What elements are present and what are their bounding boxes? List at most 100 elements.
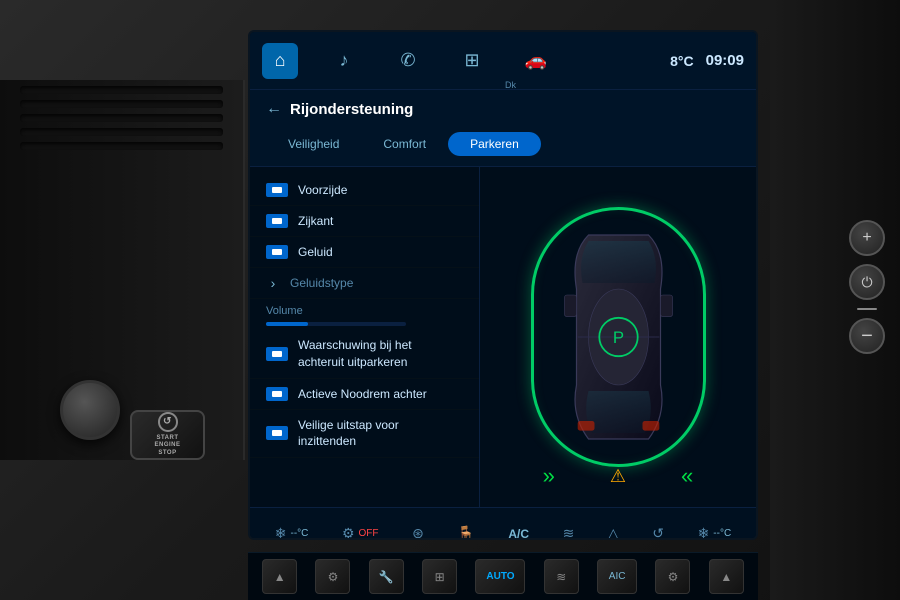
svg-text:P: P (612, 328, 623, 347)
fan-icon: ⊛ (412, 525, 424, 540)
heat-icon: ≋ (563, 525, 575, 540)
infotainment-screen: ⌂ ♪ ✆ ⊞ 🚗 8°C 09:09 Dk ← Rijondersteunin… (248, 30, 758, 540)
status-temp-left[interactable]: ❄ --°C (275, 525, 309, 540)
uitstap-label: Veilige uitstap voorinzittenden (298, 417, 399, 451)
vent-slot (20, 100, 223, 108)
geluid-icon (266, 245, 288, 259)
vent-slot (20, 114, 223, 122)
phys-btn-2[interactable]: ⚙ (315, 559, 350, 594)
tab-parkeren[interactable]: Parkeren (448, 132, 541, 156)
ac-label: A/C (508, 527, 529, 541)
left-menu: Voorzijde Zijkant Geluid › Geluid (250, 167, 480, 507)
tab-bar: Veiligheid Comfort Parkeren (250, 132, 756, 167)
status-defrost[interactable]: △ (608, 525, 619, 540)
phys-btn-5[interactable]: ≋ (544, 559, 579, 594)
car-body: P (541, 217, 696, 457)
vent-slot (20, 128, 223, 136)
status-ac-main[interactable]: A/C (508, 527, 529, 541)
tab-veiligheid[interactable]: Veiligheid (266, 132, 361, 156)
dk-label: Dk (505, 80, 516, 90)
tab-comfort[interactable]: Comfort (361, 132, 448, 156)
menu-item-zijkant[interactable]: Zijkant (250, 206, 479, 237)
uitstap-icon (266, 426, 288, 440)
status-heat[interactable]: ≋ (563, 525, 575, 540)
clock-display: 09:09 (706, 52, 744, 69)
zijkant-label: Zijkant (298, 214, 333, 228)
volume-up-button[interactable]: + (849, 220, 885, 256)
phys-btn-aic[interactable]: AIC (597, 559, 637, 594)
phys-btn-3[interactable]: 🔧 (369, 559, 404, 594)
menu-item-waarschuwing[interactable]: Waarschuwing bij hetachteruit uitparkere… (250, 330, 479, 379)
nav-icons: ⌂ ♪ ✆ ⊞ 🚗 (262, 43, 554, 79)
warning-icon: ⚠ (610, 466, 626, 487)
volume-label: Volume (266, 305, 463, 317)
physical-controls-strip: ▲ ⚙ 🔧 ⊞ AUTO ≋ AIC ⚙ ▲ (248, 552, 758, 600)
nav-status: 8°C 09:09 (670, 52, 744, 69)
knob[interactable] (60, 380, 120, 440)
bottom-status-bar: ❄ --°C ⚙ OFF ⊛ 🪑 A/C ≋ △ ↺ (250, 507, 756, 540)
menu-item-veilige-uitstap[interactable]: Veilige uitstap voorinzittenden (250, 410, 479, 459)
phys-btn-7[interactable]: ▲ (709, 559, 744, 594)
left-arrows-icon: » (543, 463, 550, 489)
nav-music-icon[interactable]: ♪ (326, 43, 362, 79)
back-arrow-icon: ← (266, 100, 282, 118)
car-topview-svg: P (541, 217, 696, 457)
phys-btn-6[interactable]: ⚙ (655, 559, 690, 594)
right-panel: + ⏻ − (770, 0, 900, 600)
vent-slot (20, 86, 223, 94)
back-button[interactable]: ← Rijondersteuning (266, 100, 740, 118)
nav-phone-icon[interactable]: ✆ (390, 43, 426, 79)
defrost-icon: △ (608, 525, 619, 540)
car-oval: P (531, 207, 706, 467)
voorzijde-icon (266, 183, 288, 197)
menu-item-geluid[interactable]: Geluid (250, 237, 479, 268)
divider (857, 308, 877, 310)
nav-car-icon[interactable]: 🚗 (518, 43, 554, 79)
main-content: Voorzijde Zijkant Geluid › Geluid (250, 167, 756, 507)
waarschuwing-icon (266, 347, 288, 361)
start-icon: ↺ (158, 412, 178, 432)
circulation-icon: ↺ (652, 525, 664, 540)
start-label: STARTENGINESTOP (154, 435, 180, 458)
power-button[interactable]: ⏻ (849, 264, 885, 300)
voorzijde-label: Voorzijde (298, 183, 347, 197)
nav-apps-icon[interactable]: ⊞ (454, 43, 490, 79)
status-temp-right[interactable]: ❄ --°C (698, 525, 732, 540)
phys-btn-1[interactable]: ▲ (262, 559, 297, 594)
nav-home-icon[interactable]: ⌂ (262, 43, 298, 79)
volume-down-button[interactable]: − (849, 318, 885, 354)
right-controls: + ⏻ − (849, 220, 885, 354)
status-seat[interactable]: 🪑 (457, 525, 474, 540)
volume-bar-fill (266, 322, 308, 326)
volume-bar[interactable] (266, 322, 406, 326)
ac-off-icon: ⚙ (342, 525, 355, 540)
screen-header: ← Rijondersteuning (250, 90, 756, 132)
status-circulation[interactable]: ↺ (652, 525, 664, 540)
temp-right-value: --°C (713, 528, 731, 539)
menu-item-voorzijde[interactable]: Voorzijde (250, 175, 479, 206)
noodrem-label: Actieve Noodrem achter (298, 387, 427, 401)
status-fan[interactable]: ⊛ (412, 525, 424, 540)
screen-title: Rijondersteuning (290, 101, 413, 118)
temp-right-icon: ❄ (698, 525, 710, 540)
status-ac-off[interactable]: ⚙ OFF (342, 525, 379, 540)
volume-section: Volume (250, 299, 479, 330)
temp-left-value: --°C (291, 528, 309, 539)
temp-left-icon: ❄ (275, 525, 287, 540)
temperature-display: 8°C (670, 53, 694, 69)
geluidstype-label: Geluidstype (290, 276, 353, 290)
phys-btn-auto[interactable]: AUTO (475, 559, 525, 594)
start-engine-button[interactable]: ↺ STARTENGINESTOP (130, 410, 205, 460)
ac-off-label: OFF (359, 528, 379, 539)
phys-btn-4[interactable]: ⊞ (422, 559, 457, 594)
dashboard: ↺ STARTENGINESTOP + ⏻ − ⌂ ♪ ✆ ⊞ 🚗 8°C 09… (0, 0, 900, 600)
menu-item-geluidstype[interactable]: › Geluidstype (250, 268, 479, 299)
vent-slot (20, 142, 223, 150)
geluid-label: Geluid (298, 245, 333, 259)
right-arrows-icon: » (686, 463, 693, 489)
car-visual-panel: P » ⚠ » (480, 167, 756, 507)
noodrem-icon (266, 387, 288, 401)
seat-icon: 🪑 (457, 525, 474, 540)
zijkant-icon (266, 214, 288, 228)
menu-item-noodrem[interactable]: Actieve Noodrem achter (250, 379, 479, 410)
